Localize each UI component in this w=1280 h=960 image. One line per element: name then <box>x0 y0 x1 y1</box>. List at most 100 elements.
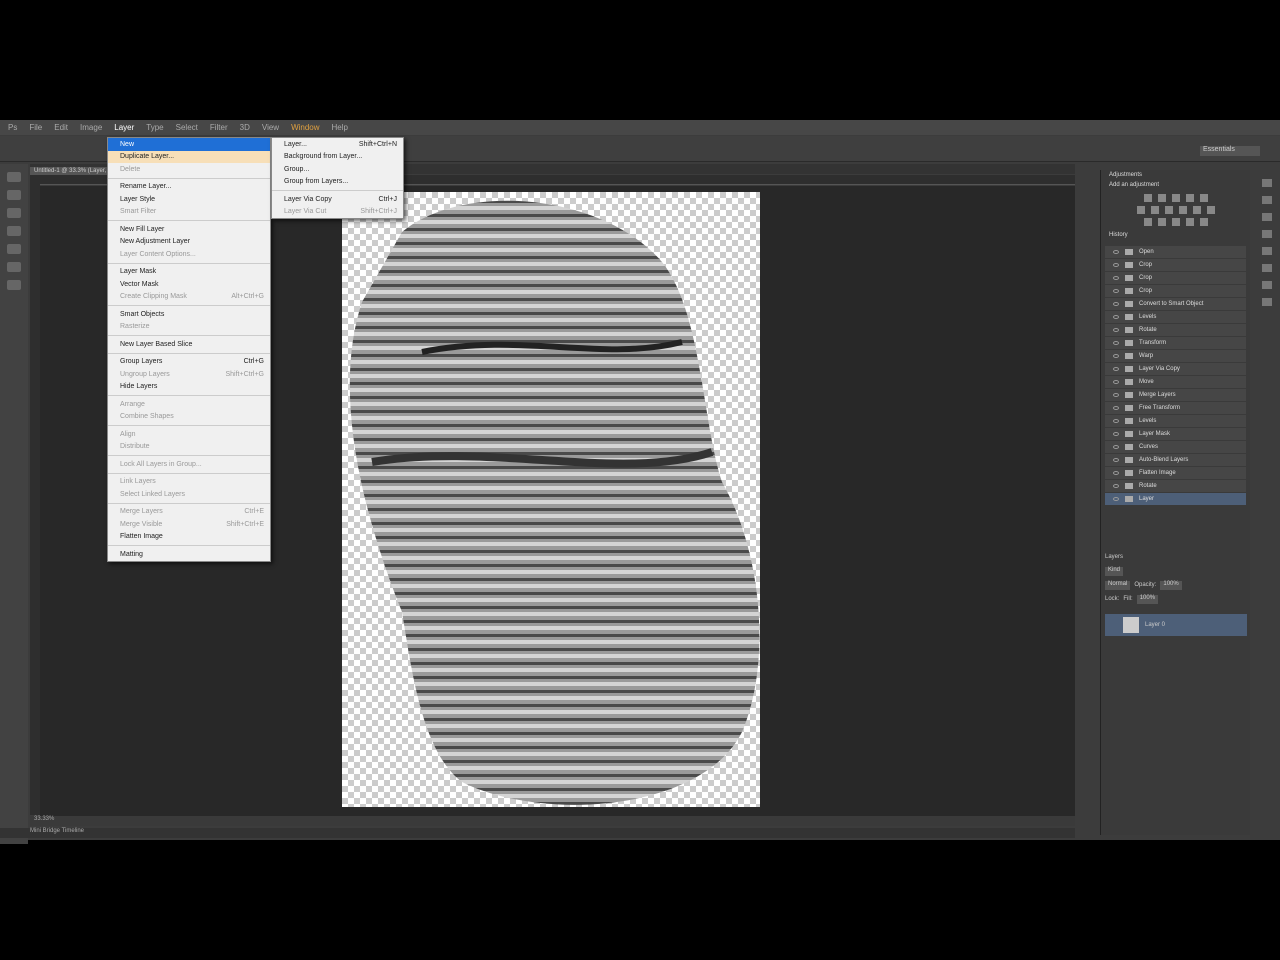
menu-item[interactable]: Layer... Shift+Ctrl+N <box>272 138 403 151</box>
opacity-field[interactable]: 100% <box>1160 580 1182 590</box>
menu-item[interactable]: Duplicate Layer... <box>108 150 270 163</box>
menu-item[interactable]: New Layer Based Slice <box>108 338 270 351</box>
blend-mode-select[interactable]: Normal <box>1105 580 1131 590</box>
panel-icon[interactable] <box>1262 298 1272 306</box>
menu-item[interactable]: Select Linked Layers <box>108 488 270 501</box>
history-item[interactable]: Rotate <box>1105 324 1246 337</box>
panel-icon[interactable] <box>1262 213 1272 221</box>
menu-item[interactable]: Lock All Layers in Group... <box>108 458 270 471</box>
panel-icon[interactable] <box>1262 264 1272 272</box>
menu-item[interactable]: Merge Visible Shift+Ctrl+E <box>108 518 270 531</box>
history-item[interactable]: Transform <box>1105 337 1246 350</box>
menu-item[interactable]: New <box>108 138 270 151</box>
history-item[interactable]: Crop <box>1105 285 1246 298</box>
menu-layer[interactable]: Layer <box>114 123 134 132</box>
move-tool-icon[interactable] <box>7 172 21 182</box>
selective-color-icon[interactable] <box>1199 218 1208 226</box>
menu-item[interactable]: Rasterize <box>108 321 270 334</box>
menu-help[interactable]: Help <box>332 123 348 132</box>
stamp-tool-icon[interactable] <box>7 280 21 290</box>
document-canvas[interactable] <box>342 192 760 807</box>
lookup-icon[interactable] <box>1206 206 1215 214</box>
menu-item[interactable]: Smart Objects <box>108 308 270 321</box>
panel-icon[interactable] <box>1262 179 1272 187</box>
menu-item[interactable]: Merge Layers Ctrl+E <box>108 506 270 519</box>
brush-tool-icon[interactable] <box>7 262 21 272</box>
menu-item[interactable]: Arrange <box>108 398 270 411</box>
menu-item[interactable]: Layer Content Options... <box>108 248 270 261</box>
history-item[interactable]: Levels <box>1105 311 1246 324</box>
menu-3d[interactable]: 3D <box>240 123 250 132</box>
menu-filter[interactable]: Filter <box>210 123 228 132</box>
history-item[interactable]: Layer Mask <box>1105 428 1246 441</box>
workspace-switcher[interactable]: Essentials <box>1200 146 1260 156</box>
history-item[interactable]: Merge Layers <box>1105 389 1246 402</box>
menu-item[interactable]: Matting <box>108 548 270 561</box>
menu-item[interactable]: Layer Style <box>108 193 270 206</box>
fill-field[interactable]: 100% <box>1136 594 1159 604</box>
balance-icon[interactable] <box>1150 206 1159 214</box>
invert-icon[interactable] <box>1143 218 1152 226</box>
levels-icon[interactable] <box>1157 194 1166 202</box>
hue-icon[interactable] <box>1136 206 1145 214</box>
menu-item[interactable]: Layer Via Cut Shift+Ctrl+J <box>272 206 403 219</box>
menu-image[interactable]: Image <box>80 123 102 132</box>
menu-item[interactable]: Ungroup Layers Shift+Ctrl+G <box>108 368 270 381</box>
vibrance-icon[interactable] <box>1199 194 1208 202</box>
photo-filter-icon[interactable] <box>1178 206 1187 214</box>
menu-item[interactable]: Background from Layer... <box>272 151 403 164</box>
menu-item[interactable]: Layer Via Copy Ctrl+J <box>272 193 403 206</box>
crop-tool-icon[interactable] <box>7 226 21 236</box>
history-item[interactable]: Crop <box>1105 272 1246 285</box>
menu-item[interactable]: Delete <box>108 163 270 176</box>
history-item[interactable]: Free Transform <box>1105 402 1246 415</box>
history-item[interactable]: Auto-Blend Layers <box>1105 454 1246 467</box>
history-tab[interactable]: History <box>1101 230 1250 240</box>
menu-item[interactable]: Rename Layer... <box>108 181 270 194</box>
adjustments-tab[interactable]: Adjustments <box>1101 170 1250 180</box>
menu-item[interactable]: Group from Layers... <box>272 176 403 189</box>
menu-item[interactable]: Vector Mask <box>108 278 270 291</box>
layers-tab[interactable]: Layers <box>1105 554 1123 560</box>
bw-icon[interactable] <box>1164 206 1173 214</box>
exposure-icon[interactable] <box>1185 194 1194 202</box>
menu-item[interactable]: Flatten Image <box>108 531 270 544</box>
menu-view[interactable]: View <box>262 123 279 132</box>
history-item[interactable]: Move <box>1105 376 1246 389</box>
history-item[interactable]: Curves <box>1105 441 1246 454</box>
menu-file[interactable]: File <box>29 123 42 132</box>
menu-item[interactable]: Group Layers Ctrl+G <box>108 356 270 369</box>
menu-item[interactable]: New Adjustment Layer <box>108 236 270 249</box>
history-item[interactable]: Crop <box>1105 259 1246 272</box>
history-item[interactable]: Warp <box>1105 350 1246 363</box>
brightness-icon[interactable] <box>1143 194 1152 202</box>
menu-window[interactable]: Window <box>291 123 319 132</box>
menu-item[interactable]: Distribute <box>108 441 270 454</box>
panel-icon[interactable] <box>1262 230 1272 238</box>
curves-icon[interactable] <box>1171 194 1180 202</box>
panel-icon[interactable] <box>1262 281 1272 289</box>
menu-edit[interactable]: Edit <box>54 123 68 132</box>
layer-row[interactable]: Layer 0 <box>1105 614 1247 636</box>
menu-ps[interactable]: Ps <box>8 123 17 132</box>
history-item[interactable]: Rotate <box>1105 480 1246 493</box>
menu-item[interactable]: Link Layers <box>108 476 270 489</box>
history-item[interactable]: Levels <box>1105 415 1246 428</box>
menu-item[interactable]: Combine Shapes <box>108 411 270 424</box>
panel-icon[interactable] <box>1262 196 1272 204</box>
mixer-icon[interactable] <box>1192 206 1201 214</box>
menu-item[interactable]: Smart Filter <box>108 206 270 219</box>
menu-item[interactable]: Hide Layers <box>108 381 270 394</box>
kind-filter[interactable]: Kind <box>1105 566 1124 576</box>
lasso-tool-icon[interactable] <box>7 208 21 218</box>
history-item[interactable]: Flatten Image <box>1105 467 1246 480</box>
posterize-icon[interactable] <box>1157 218 1166 226</box>
history-item[interactable]: Convert to Smart Object <box>1105 298 1246 311</box>
menu-item[interactable]: Align <box>108 428 270 441</box>
menu-item[interactable]: Group... <box>272 163 403 176</box>
history-item[interactable]: Layer Via Copy <box>1105 363 1246 376</box>
threshold-icon[interactable] <box>1171 218 1180 226</box>
panel-icon[interactable] <box>1262 247 1272 255</box>
menu-type[interactable]: Type <box>146 123 163 132</box>
menu-item[interactable]: New Fill Layer <box>108 223 270 236</box>
